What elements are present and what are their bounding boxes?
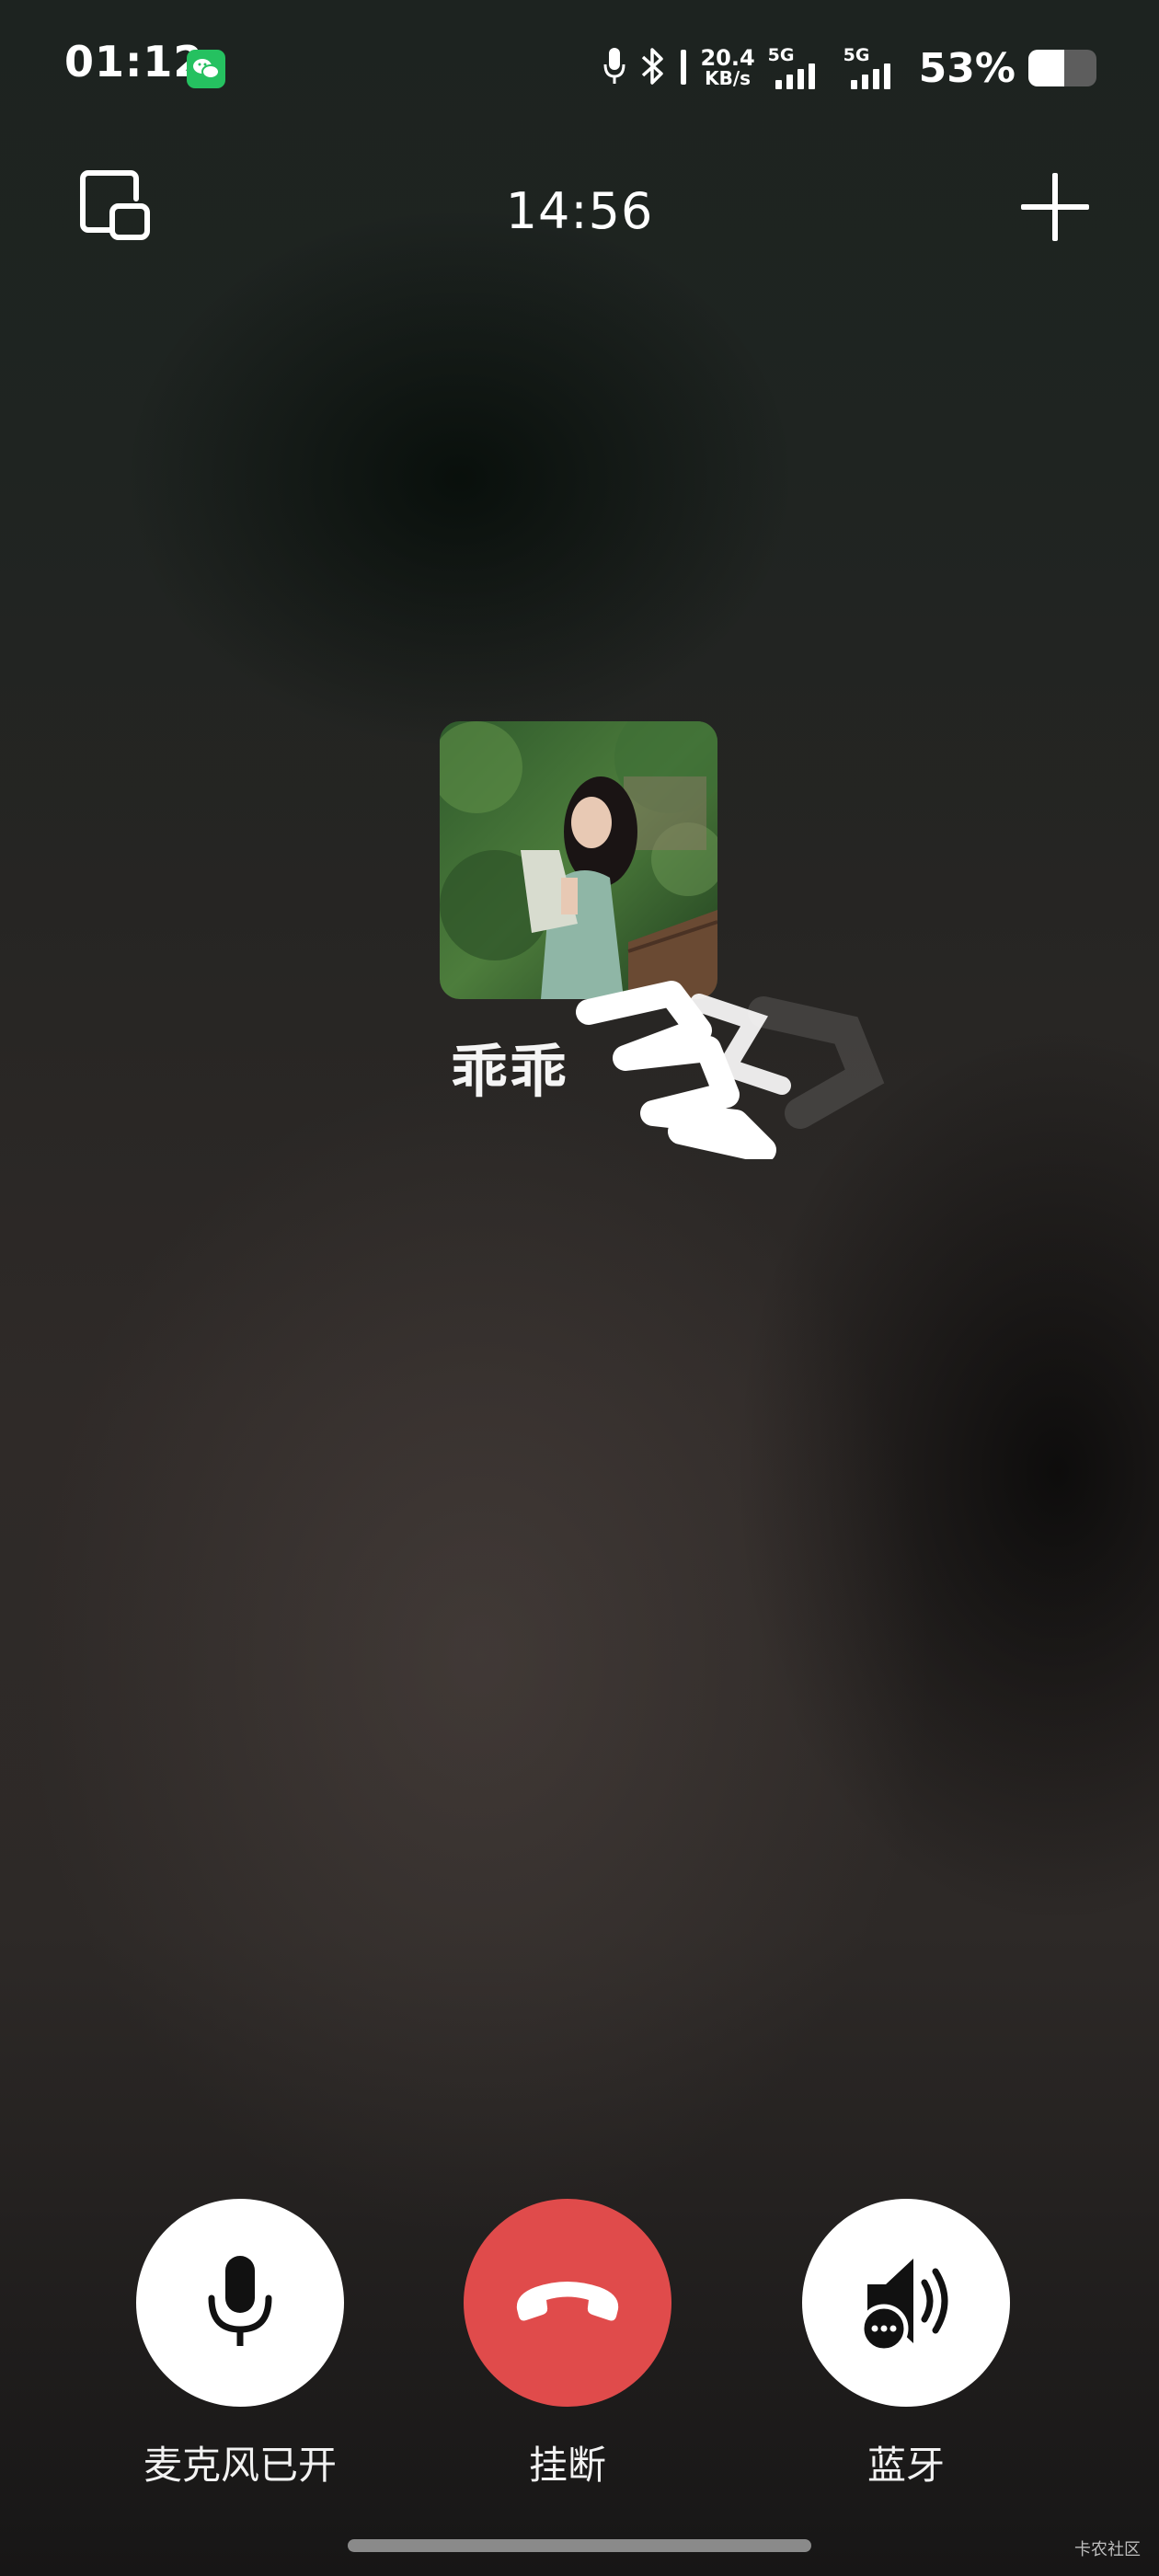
avatar: [440, 721, 717, 999]
microphone-icon: [199, 2250, 281, 2355]
hangup-button[interactable]: [464, 2199, 671, 2407]
microphone-label: 麦克风已开: [143, 2443, 337, 2488]
sim1-label: 5G: [767, 45, 795, 65]
battery-level: [1028, 50, 1065, 86]
microphone-toggle-button[interactable]: [136, 2199, 344, 2407]
sim1-signal: 5G: [768, 45, 831, 91]
sim2-label: 5G: [843, 45, 870, 65]
hang-up-phone-icon: [508, 2269, 627, 2337]
bluetooth-audio-control: 蓝牙: [800, 2199, 1012, 2490]
battery-icon: [1028, 50, 1096, 86]
signal-bars-icon: [775, 63, 815, 89]
bluetooth-label: 蓝牙: [866, 2443, 945, 2488]
battery-percent: 53%: [918, 44, 1016, 92]
hangup-control: 挂断: [462, 2199, 673, 2490]
status-icons: 20.4 KB/s 5G 5G 53%: [602, 42, 1096, 94]
add-participant-button[interactable]: [1014, 166, 1096, 248]
bluetooth-icon: [639, 45, 667, 91]
signal-bars-icon: [850, 63, 890, 89]
status-time: 01:12: [64, 37, 204, 86]
redaction-scribble: [570, 975, 901, 1163]
hangup-label: 挂断: [528, 2443, 606, 2488]
call-duration: 14:56: [505, 182, 654, 240]
net-speed: 20.4 KB/s: [700, 45, 755, 89]
sim2-signal: 5G: [843, 45, 906, 91]
net-speed-unit: KB/s: [705, 67, 752, 89]
contact-name: 乖乖: [451, 1038, 569, 1105]
speaker-bluetooth-icon: [851, 2246, 961, 2360]
home-indicator[interactable]: [348, 2539, 811, 2552]
microphone-icon: [602, 46, 626, 90]
contact-name-row: 乖乖: [451, 1030, 568, 1113]
battery-saver-bar-icon: [680, 46, 687, 90]
status-bar: 01:12 20.4 KB/s 5G 5G 53%: [0, 0, 1159, 138]
bluetooth-audio-button[interactable]: [802, 2199, 1010, 2407]
watermark: 卡农社区: [1074, 2540, 1141, 2559]
wechat-icon: [187, 50, 225, 88]
net-speed-value: 20.4: [700, 45, 755, 71]
microphone-control: 麦克风已开: [134, 2199, 346, 2490]
plus-icon: [1014, 173, 1096, 252]
